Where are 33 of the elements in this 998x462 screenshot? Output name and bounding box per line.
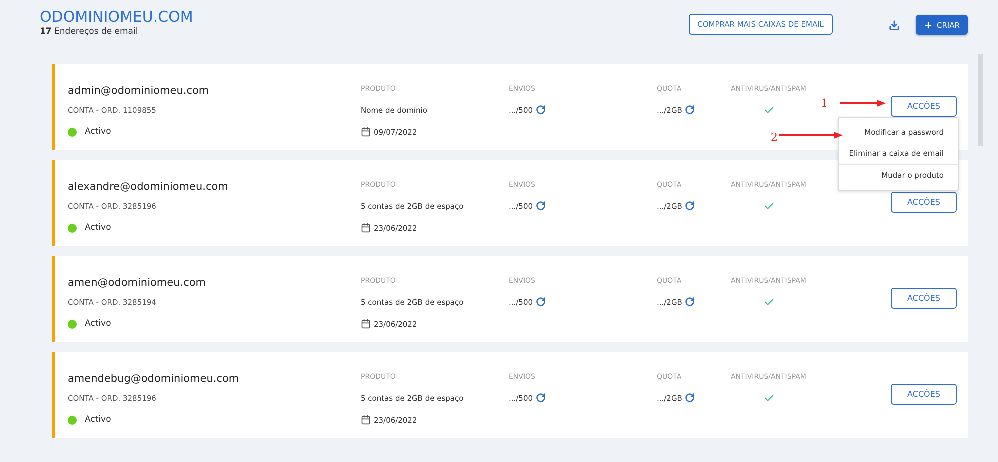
annotation-arrow — [779, 132, 843, 139]
annotation-number: 1 — [821, 97, 828, 110]
status-text: Activo — [85, 223, 112, 233]
actions-button[interactable]: ACÇÕES — [891, 192, 957, 213]
refresh-icon[interactable] — [685, 393, 696, 403]
refresh-icon[interactable] — [536, 201, 546, 211]
account-email: alexandre@odominiomeu.com — [68, 180, 230, 195]
account-email: amen@odominiomeu.com — [68, 276, 208, 291]
refresh-icon[interactable] — [536, 297, 546, 307]
actions-button[interactable]: ACÇÕES — [891, 96, 957, 117]
actions-button[interactable]: ACÇÕES — [891, 288, 957, 309]
calendar-icon — [361, 127, 371, 137]
calendar-icon — [361, 415, 371, 425]
plus-icon — [924, 20, 933, 30]
address-count: 17 Endereços de email — [40, 26, 140, 38]
refresh-icon[interactable] — [536, 105, 546, 115]
calendar-icon — [361, 319, 371, 329]
status-text: Activo — [85, 415, 112, 425]
account-email: admin@odominiomeu.com — [68, 84, 210, 99]
refresh-icon[interactable] — [685, 297, 696, 307]
actions-button[interactable]: ACÇÕES — [891, 384, 957, 405]
status-text: Activo — [85, 319, 112, 329]
site-title: ODOMINIOMEU.COM — [40, 8, 194, 26]
account-email: amendebug@odominiomeu.com — [68, 372, 240, 387]
scrollbar[interactable] — [978, 54, 983, 146]
calendar-icon — [361, 223, 371, 233]
refresh-icon[interactable] — [536, 393, 546, 403]
download-icon[interactable] — [888, 20, 900, 31]
annotation-number: 2 — [771, 131, 778, 144]
status-text: Activo — [85, 127, 112, 137]
refresh-icon[interactable] — [685, 201, 696, 211]
refresh-icon[interactable] — [685, 105, 696, 115]
annotation-arrow — [840, 100, 886, 107]
